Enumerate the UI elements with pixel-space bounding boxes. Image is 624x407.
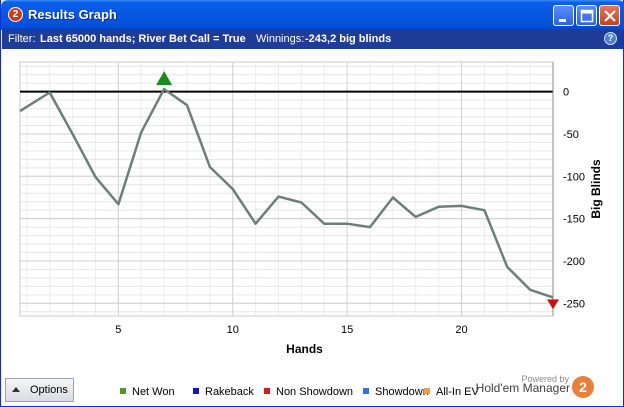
legend-label: Net Won [132,386,175,398]
y-axis-label: Big Blinds [589,159,603,219]
x-tick-label: 10 [227,324,239,336]
window-title: Results Graph [28,7,117,22]
legend-item[interactable]: Rakeback [193,386,254,398]
legend-label: Non Showdown [276,386,354,398]
y-tick-label: -200 [563,256,585,268]
legend-label: Rakeback [205,386,254,398]
y-tick-label: -150 [563,214,585,226]
filter-bar: Filter: Last 65000 hands; River Bet Call… [2,30,623,49]
options-button[interactable]: Options [5,378,74,402]
legend-swatch [424,388,430,394]
options-label: Options [30,384,68,396]
legend-swatch [264,388,270,394]
maximize-icon [580,9,594,23]
results-line-chart: 0 -50 -100 -150 -200 -250 5 10 15 20 Hands Big Blin… [19,61,603,356]
y-tick-label: -50 [563,129,579,141]
holdem-manager-logo: 2 [572,376,594,398]
legend-swatch [193,388,199,394]
minimize-icon [559,19,566,22]
title-bar[interactable]: 2 Results Graph [1,0,624,30]
legend-item[interactable]: Net Won [120,386,175,398]
filter-prefix: Filter: [8,33,36,45]
legend-item[interactable]: Non Showdown [264,386,353,398]
filter-value: Last 65000 hands; River Bet Call = True [40,33,246,45]
y-tick-label: -100 [563,171,585,183]
winnings-label: Winnings: [256,33,305,45]
results-graph-window: 2 Results Graph Filter: Last 65000 hands… [0,0,624,407]
x-tick-label: 15 [341,324,353,336]
legend-swatch [120,388,126,394]
legend-label: Showdown [375,386,429,398]
winnings-value: -243,2 big blinds [305,33,392,45]
maximize-button[interactable] [576,5,597,26]
y-tick-label: -250 [563,298,585,310]
minimize-button[interactable] [553,5,574,26]
y-tick-label: 0 [563,87,569,99]
app-icon: 2 [8,7,23,22]
x-tick-label: 20 [455,324,467,336]
product-name: Hold'em Manager [475,381,570,395]
close-icon [604,10,616,22]
legend-item[interactable]: Showdown [363,386,429,398]
legend-swatch [363,388,369,394]
chart-area: 0 -50 -100 -150 -200 -250 5 10 15 20 Hands Big Blin… [2,49,623,374]
expand-arrow-icon [12,387,20,392]
x-axis-label: Hands [286,342,323,356]
legend-item[interactable]: All-In EV [424,386,479,398]
help-icon[interactable]: ? [604,32,617,45]
close-button[interactable] [599,5,620,26]
legend-label: All-In EV [436,386,479,398]
x-tick-label: 5 [115,324,121,336]
bottom-bar: Options Net Won Rakeback Non Showdown Showd… [2,374,623,406]
